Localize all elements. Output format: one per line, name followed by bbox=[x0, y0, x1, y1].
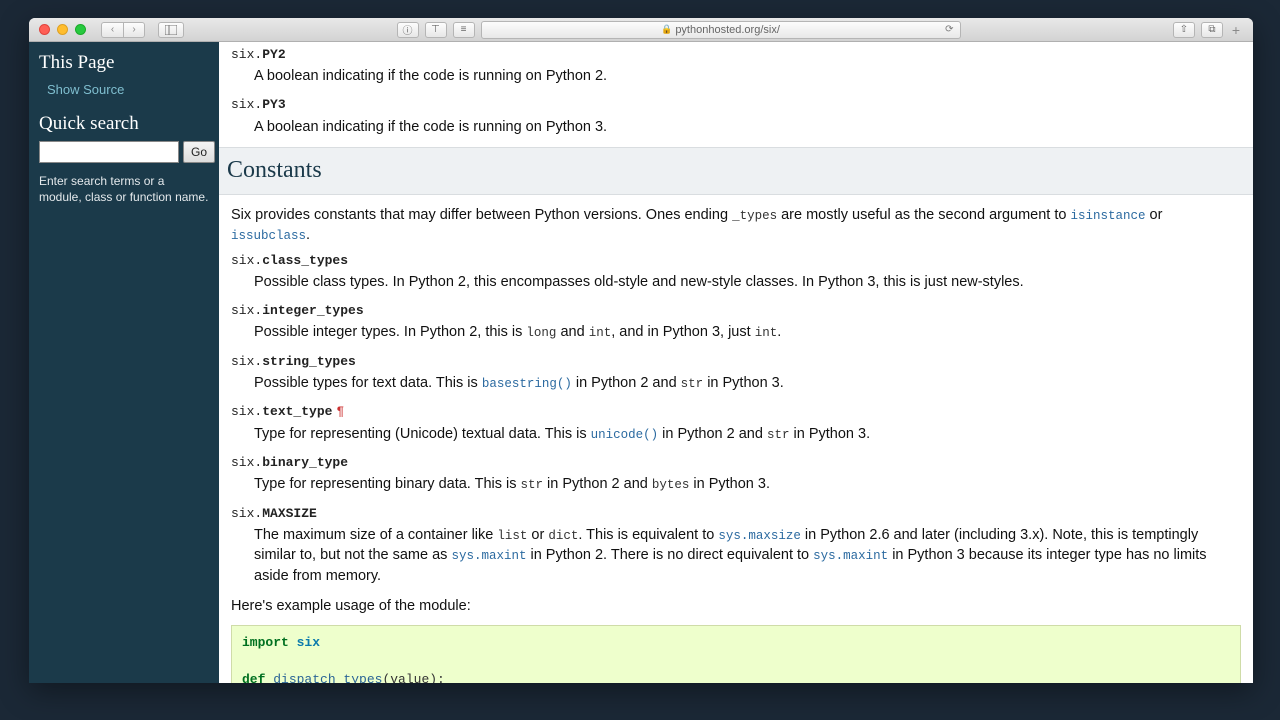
def-py3: six.PY3 A boolean indicating if the code… bbox=[231, 96, 1241, 136]
def-text-type: six.text_type¶ Type for representing (Un… bbox=[231, 403, 1241, 444]
url-text: pythonhosted.org/six/ bbox=[675, 24, 780, 36]
permalink-text-type[interactable]: ¶ bbox=[332, 404, 344, 419]
share-icon[interactable]: ⇧ bbox=[1173, 22, 1195, 38]
lock-icon: 🔒 bbox=[661, 24, 672, 35]
address-bar[interactable]: 🔒 pythonhosted.org/six/ ⟳ bbox=[481, 21, 961, 39]
search-input[interactable] bbox=[39, 141, 179, 163]
basestring-link[interactable]: basestring() bbox=[482, 377, 572, 391]
doc-sidebar: This Page Show Source Quick search Go En… bbox=[29, 42, 219, 683]
def-integer-types: six.integer_types Possible integer types… bbox=[231, 302, 1241, 343]
search-hint: Enter search terms or a module, class or… bbox=[39, 173, 209, 205]
reader-icon[interactable]: ⊤ bbox=[425, 22, 447, 38]
unicode-link[interactable]: unicode() bbox=[591, 428, 659, 442]
code-example: import six def dispatch_types(value): if… bbox=[231, 625, 1241, 683]
new-tab-button[interactable]: + bbox=[1229, 22, 1243, 38]
maximize-icon[interactable] bbox=[75, 24, 86, 35]
quick-search-heading: Quick search bbox=[39, 113, 209, 135]
format-icon[interactable]: ≡ bbox=[453, 22, 475, 38]
def-py2: six.PY2 A boolean indicating if the code… bbox=[231, 46, 1241, 86]
tabs-icon[interactable]: ⧉ bbox=[1201, 22, 1223, 38]
issubclass-link[interactable]: issubclass bbox=[231, 229, 306, 243]
this-page-heading: This Page bbox=[39, 52, 209, 74]
minimize-icon[interactable] bbox=[57, 24, 68, 35]
close-icon[interactable] bbox=[39, 24, 50, 35]
sys-maxint-link-2[interactable]: sys.maxint bbox=[813, 549, 888, 563]
sidebar-icon bbox=[165, 25, 177, 35]
back-button[interactable]: ‹ bbox=[101, 22, 123, 38]
example-intro: Here's example usage of the module: bbox=[231, 596, 1241, 616]
isinstance-link[interactable]: isinstance bbox=[1070, 209, 1145, 223]
constants-intro: Six provides constants that may differ b… bbox=[231, 205, 1241, 246]
show-source-link[interactable]: Show Source bbox=[39, 80, 209, 105]
def-maxsize: six.MAXSIZE The maximum size of a contai… bbox=[231, 505, 1241, 586]
search-go-button[interactable]: Go bbox=[183, 141, 215, 163]
browser-window: ‹ › ⓘ ⊤ ≡ 🔒 pythonhosted.org/six/ ⟳ ⇧ ⧉ … bbox=[29, 18, 1253, 683]
sys-maxint-link[interactable]: sys.maxint bbox=[451, 549, 526, 563]
sys-maxsize-link[interactable]: sys.maxsize bbox=[718, 529, 801, 543]
def-class-types: six.class_types Possible class types. In… bbox=[231, 252, 1241, 292]
forward-button[interactable]: › bbox=[123, 22, 145, 38]
constants-heading: Constants bbox=[219, 147, 1253, 195]
titlebar: ‹ › ⓘ ⊤ ≡ 🔒 pythonhosted.org/six/ ⟳ ⇧ ⧉ … bbox=[29, 18, 1253, 42]
def-string-types: six.string_types Possible types for text… bbox=[231, 353, 1241, 394]
info-icon[interactable]: ⓘ bbox=[397, 22, 419, 38]
def-binary-type: six.binary_type Type for representing bi… bbox=[231, 454, 1241, 495]
reload-icon[interactable]: ⟳ bbox=[945, 24, 953, 35]
sidebar-toggle-button[interactable] bbox=[158, 22, 184, 38]
doc-content[interactable]: six.PY2 A boolean indicating if the code… bbox=[219, 42, 1253, 683]
